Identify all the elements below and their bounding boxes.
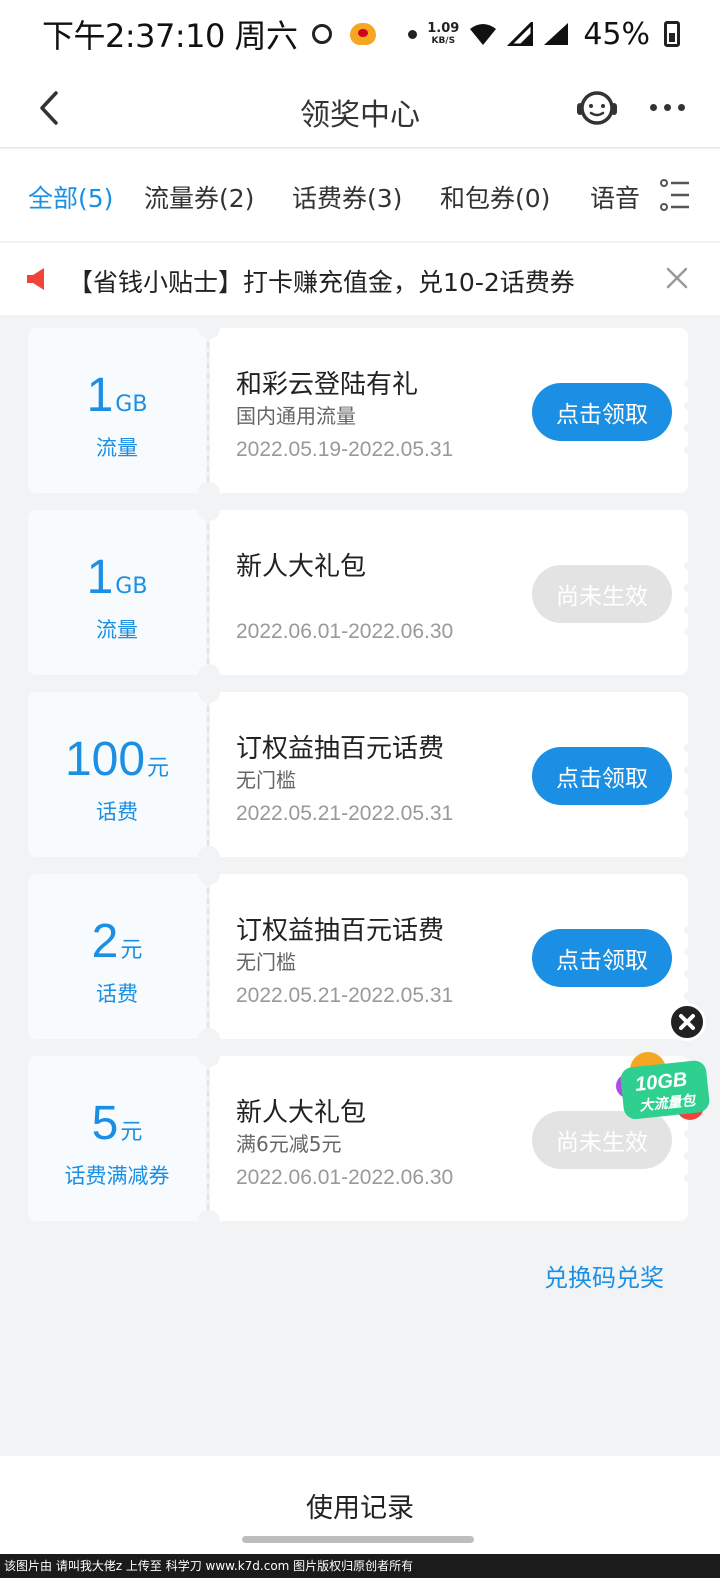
headset-icon[interactable] <box>574 86 620 130</box>
coupon-validity: 2022.05.21-2022.05.31 <box>236 984 454 1007</box>
home-indicator[interactable] <box>242 1536 474 1543</box>
globe-icon <box>311 24 332 44</box>
coupon-info-panel: 订权益抽百元话费 无门槛 2022.05.21-2022.05.31 点击领取 <box>210 692 688 857</box>
coupon-validity: 2022.05.19-2022.05.31 <box>236 438 454 461</box>
coupon-info-panel: 订权益抽百元话费 无门槛 2022.05.21-2022.05.31 点击领取 <box>210 874 688 1039</box>
coupon-value-panel: 1GB 流量 <box>28 328 206 493</box>
list-filter-icon[interactable] <box>660 179 690 211</box>
coupon-validity: 2022.05.21-2022.05.31 <box>236 802 454 825</box>
tab-voice[interactable]: 语音 <box>590 179 640 215</box>
notification-dot-icon <box>407 29 417 39</box>
coupon-amount: 2元 <box>91 915 143 968</box>
close-icon[interactable] <box>666 267 688 289</box>
coupon-type: 话费 <box>96 982 138 1006</box>
signal-full-icon <box>544 23 569 45</box>
claim-button[interactable]: 点击领取 <box>532 383 672 441</box>
coupon-type: 话费满减券 <box>64 1164 170 1188</box>
claim-button[interactable]: 点击领取 <box>532 747 672 805</box>
coupon-type: 话费 <box>96 800 138 824</box>
coupon-validity: 2022.06.01-2022.06.30 <box>236 620 454 643</box>
redeem-code-link[interactable]: 兑换码兑奖 <box>544 1258 664 1293</box>
coupon-card: 5元 话费满减券 新人大礼包 满6元减5元 2022.06.01-2022.06… <box>28 1045 692 1232</box>
not-yet-valid-button[interactable]: 尚未生效 <box>532 565 672 623</box>
battery-icon <box>664 21 680 47</box>
usage-history-button[interactable]: 使用记录 <box>0 1486 720 1525</box>
coupon-subtitle: 无门槛 <box>236 768 296 792</box>
coupon-title: 新人大礼包 <box>236 552 367 582</box>
tip-text[interactable]: 【省钱小贴士】打卡赚充值金，兑10-2话费券 <box>68 263 575 299</box>
category-tabs: 全部(5) 流量券(2) 话费券(3) 和包券(0) 语音 <box>0 149 720 241</box>
tab-data-coupons[interactable]: 流量券(2) <box>144 179 254 215</box>
coupon-amount: 100元 <box>64 733 170 786</box>
coupon-subtitle: 无门槛 <box>236 950 296 974</box>
coupon-title: 新人大礼包 <box>236 1098 367 1128</box>
status-time: 下午2:37:10 周六 <box>42 17 298 55</box>
coupon-value-panel: 2元 话费 <box>28 874 206 1039</box>
close-icon[interactable] <box>668 1003 706 1041</box>
coupon-amount: 1GB <box>86 369 148 422</box>
coupon-value-panel: 1GB 流量 <box>28 510 206 675</box>
more-dots-icon[interactable] <box>650 104 685 111</box>
coupon-subtitle: 满6元减5元 <box>236 1132 342 1156</box>
tab-hebao-coupons[interactable]: 和包券(0) <box>440 179 550 215</box>
network-speed-unit: KB/S <box>431 36 456 46</box>
wifi-icon <box>470 24 497 45</box>
promo-badge[interactable]: 10GB 大流量包 <box>614 1046 714 1128</box>
coupon-card: 1GB 流量 和彩云登陆有礼 国内通用流量 2022.05.19-2022.05… <box>28 317 692 504</box>
coupon-amount: 1GB <box>86 551 148 604</box>
coupon-info-panel: 和彩云登陆有礼 国内通用流量 2022.05.19-2022.05.31 点击领… <box>210 328 688 493</box>
nav-bar: 领奖中心 <box>0 68 720 148</box>
coupon-type: 流量 <box>96 618 138 642</box>
coupon-validity: 2022.06.01-2022.06.30 <box>236 1166 454 1189</box>
network-speed-value: 1.09 <box>427 21 460 36</box>
tip-banner: 【省钱小贴士】打卡赚充值金，兑10-2话费券 <box>0 243 720 315</box>
coupon-card: 1GB 流量 新人大礼包 2022.06.01-2022.06.30 尚未生效 <box>28 499 692 686</box>
signal-icon <box>507 22 534 46</box>
coupon-amount: 5元 <box>91 1097 143 1150</box>
coupon-info-panel: 新人大礼包 2022.06.01-2022.06.30 尚未生效 <box>210 510 688 675</box>
coupon-value-panel: 100元 话费 <box>28 692 206 857</box>
weibo-icon <box>349 23 376 45</box>
coupon-type: 流量 <box>96 436 138 460</box>
status-bar: 下午2:37:10 周六 1.09 KB/S 45% <box>0 0 720 68</box>
coupon-title: 订权益抽百元话费 <box>236 916 445 946</box>
battery-percent: 45% <box>583 16 650 52</box>
tab-all[interactable]: 全部(5) <box>28 179 113 215</box>
coupon-card: 100元 话费 订权益抽百元话费 无门槛 2022.05.21-2022.05.… <box>28 681 692 868</box>
watermark: 该图片由 请叫我大佬z 上传至 科学刀 www.k7d.com 图片版权归原创者… <box>0 1554 720 1578</box>
coupon-subtitle: 国内通用流量 <box>236 404 356 428</box>
network-speed: 1.09 KB/S <box>427 22 459 46</box>
claim-button[interactable]: 点击领取 <box>532 929 672 987</box>
coupon-title: 和彩云登陆有礼 <box>236 370 419 400</box>
coupon-value-panel: 5元 话费满减券 <box>28 1056 206 1221</box>
speaker-icon <box>27 268 44 290</box>
coupon-card: 2元 话费 订权益抽百元话费 无门槛 2022.05.21-2022.05.31… <box>28 863 692 1050</box>
tab-phone-bill-coupons[interactable]: 话费券(3) <box>292 179 402 215</box>
coupon-title: 订权益抽百元话费 <box>236 734 445 764</box>
